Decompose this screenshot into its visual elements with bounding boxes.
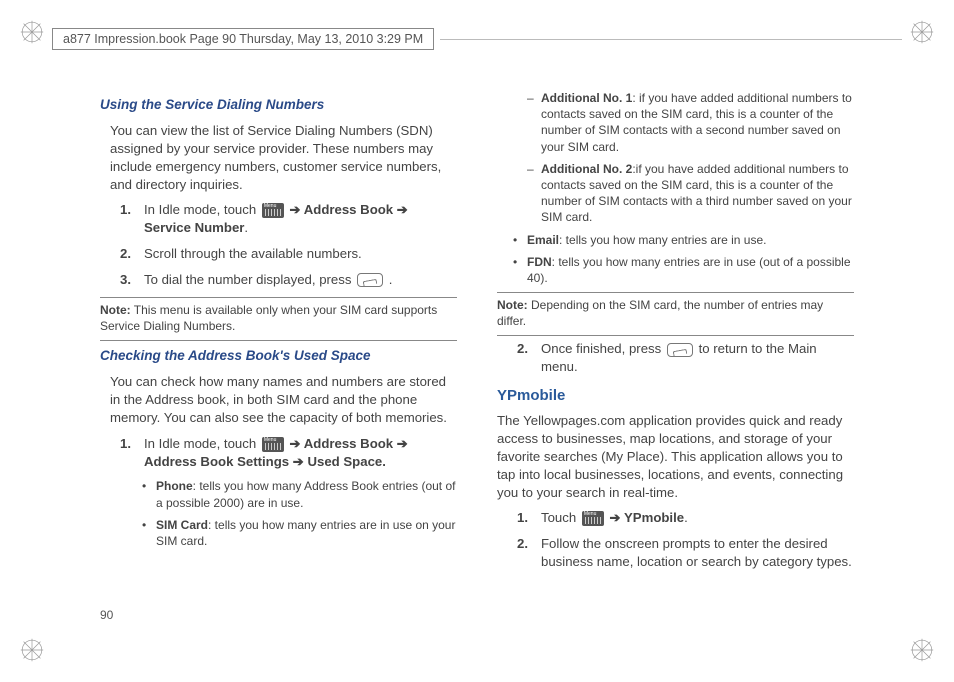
step-num: 3. xyxy=(120,271,144,289)
ornament-bottom-right xyxy=(908,636,936,664)
sub-bullet-add1: – Additional No. 1: if you have added ad… xyxy=(527,90,854,155)
step-num: 2. xyxy=(120,245,144,263)
step-text: Once finished, press to return to the Ma… xyxy=(541,340,854,376)
step-num: 2. xyxy=(517,340,541,376)
ornament-bottom-left xyxy=(18,636,46,664)
menu-icon xyxy=(262,437,284,452)
heading-ypmobile: YPmobile xyxy=(497,386,854,406)
page-number: 90 xyxy=(100,608,113,622)
heading-sdn: Using the Service Dialing Numbers xyxy=(100,96,457,114)
note-sim: Note: Depending on the SIM card, the num… xyxy=(497,297,854,329)
bullet-sim: • SIM Card: tells you how many entries a… xyxy=(142,517,457,549)
sub-bullet-add2: – Additional No. 2:if you have added add… xyxy=(527,161,854,226)
divider xyxy=(100,340,457,341)
step-num: 2. xyxy=(517,535,541,571)
step-text: To dial the number displayed, press . xyxy=(144,271,457,289)
step-num: 1. xyxy=(120,435,144,471)
menu-icon xyxy=(262,203,284,218)
left-column: Using the Service Dialing Numbers You ca… xyxy=(100,90,457,612)
bullet-fdn: • FDN: tells you how many entries are in… xyxy=(513,254,854,286)
para-used-space: You can check how many names and numbers… xyxy=(110,373,457,426)
divider xyxy=(100,297,457,298)
header-text: a877 Impression.book Page 90 Thursday, M… xyxy=(52,28,434,50)
bullet-email: • Email: tells you how many entries are … xyxy=(513,232,854,248)
step-1b: 1. In Idle mode, touch ➔ Address Book ➔ … xyxy=(120,435,457,471)
step-text: In Idle mode, touch ➔ Address Book ➔ Add… xyxy=(144,435,457,471)
para-sdn: You can view the list of Service Dialing… xyxy=(110,122,457,193)
step-yp1: 1. Touch ➔ YPmobile. xyxy=(517,509,854,527)
step-2b: 2. Once finished, press to return to the… xyxy=(517,340,854,376)
step-num: 1. xyxy=(120,201,144,237)
para-ypmobile: The Yellowpages.com application provides… xyxy=(497,412,854,501)
divider xyxy=(497,292,854,293)
end-key-icon xyxy=(667,343,693,357)
divider xyxy=(497,335,854,336)
step-text: Follow the onscreen prompts to enter the… xyxy=(541,535,854,571)
page-header: a877 Impression.book Page 90 Thursday, M… xyxy=(52,28,902,50)
step-1: 1. In Idle mode, touch ➔ Address Book ➔ … xyxy=(120,201,457,237)
step-yp2: 2. Follow the onscreen prompts to enter … xyxy=(517,535,854,571)
ornament-top-right xyxy=(908,18,936,46)
step-text: In Idle mode, touch ➔ Address Book ➔ Ser… xyxy=(144,201,457,237)
right-column: – Additional No. 1: if you have added ad… xyxy=(497,90,854,612)
bullet-phone: • Phone: tells you how many Address Book… xyxy=(142,478,457,510)
heading-used-space: Checking the Address Book's Used Space xyxy=(100,347,457,365)
end-key-icon xyxy=(357,273,383,287)
step-3: 3. To dial the number displayed, press . xyxy=(120,271,457,289)
step-2: 2. Scroll through the available numbers. xyxy=(120,245,457,263)
header-rule xyxy=(440,39,902,40)
step-text: Scroll through the available numbers. xyxy=(144,245,457,263)
note-sdn: Note: This menu is available only when y… xyxy=(100,302,457,334)
menu-icon xyxy=(582,511,604,526)
page-body: Using the Service Dialing Numbers You ca… xyxy=(100,90,854,612)
ornament-top-left xyxy=(18,18,46,46)
step-text: Touch ➔ YPmobile. xyxy=(541,509,854,527)
step-num: 1. xyxy=(517,509,541,527)
